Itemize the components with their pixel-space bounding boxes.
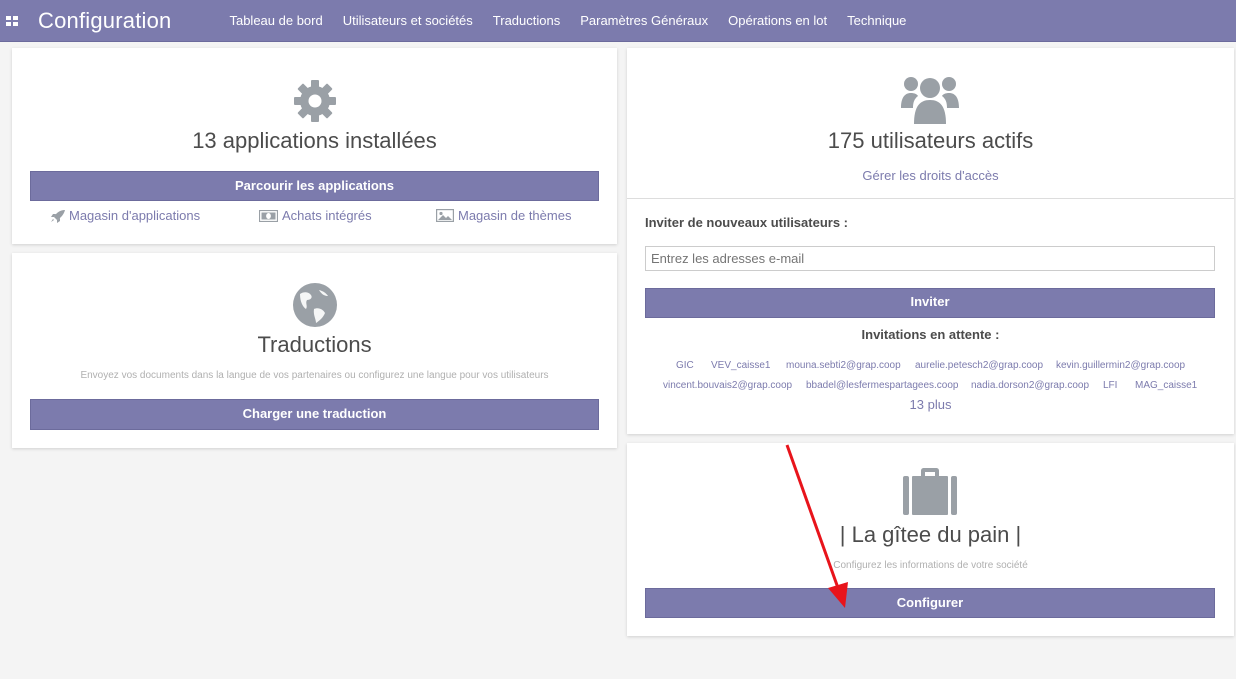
pending-invite[interactable]: kevin.guillermin2@grap.coop [1056,360,1185,371]
divider [627,198,1234,199]
company-description: Configurez les informations de votre soc… [833,560,1028,571]
translations-card: Traductions Envoyez vos documents dans l… [12,253,617,448]
users-icon [901,77,959,124]
load-translation-button[interactable]: Charger une traduction [30,399,599,430]
translations-title: Traductions [257,332,372,357]
picture-icon [436,209,454,222]
active-users-title: 175 utilisateurs actifs [827,128,1034,153]
pending-invite[interactable]: bbadel@lesfermespartagees.coop [806,380,958,391]
company-card: | La gîtee du pain | Configurez les info… [627,443,1234,636]
pending-invite[interactable]: mouna.sebti2@grap.coop [786,360,901,371]
browse-apps-button[interactable]: Parcourir les applications [30,171,599,201]
in-app-purchases-label: Achats intégrés [282,208,372,223]
users-card: 175 utilisateurs actifs Gérer les droits… [627,48,1234,434]
pending-invite[interactable]: GIC [676,360,694,371]
menu-technique[interactable]: Technique [847,13,906,28]
pending-invitations-title: Invitations en attente : [861,327,1000,342]
apps-installed-title: 13 applications installées [192,128,437,153]
company-name-title: | La gîtee du pain | [839,522,1022,547]
main-menu: Tableau de bord Utilisateurs et sociétés… [229,13,926,28]
menu-utilisateurs-societes[interactable]: Utilisateurs et sociétés [343,13,473,28]
menu-traductions[interactable]: Traductions [493,13,560,28]
pending-invite[interactable]: nadia.dorson2@grap.coop [971,380,1089,391]
more-invitations-link[interactable]: 13 plus [627,397,1234,412]
pending-invite[interactable]: aurelie.petesch2@grap.coop [915,360,1043,371]
manage-access-rights-link[interactable]: Gérer les droits d'accès [627,168,1234,183]
translations-description: Envoyez vos documents dans la langue de … [80,370,549,381]
money-icon [259,209,278,222]
invite-button[interactable]: Inviter [645,288,1215,318]
menu-operations-en-lot[interactable]: Opérations en lot [728,13,827,28]
apps-menu-icon[interactable] [6,15,18,26]
rocket-icon [51,209,65,223]
in-app-purchases-link[interactable]: Achats intégrés [259,208,372,223]
menu-tableau-de-bord[interactable]: Tableau de bord [229,13,322,28]
app-store-link[interactable]: Magasin d'applications [50,208,200,223]
pending-invite[interactable]: vincent.bouvais2@grap.coop [663,380,792,391]
app-title[interactable]: Configuration [38,8,171,34]
pending-invite[interactable]: VEV_caisse1 [711,360,770,371]
app-store-label: Magasin d'applications [69,208,201,223]
top-navbar: Configuration Tableau de bord Utilisateu… [0,0,1236,42]
gear-icon [294,80,336,122]
theme-store-link[interactable]: Magasin de thèmes [436,208,571,223]
pending-invite[interactable]: LFI [1103,380,1117,391]
pending-invite[interactable]: MAG_caisse1 [1135,380,1197,391]
globe-icon [293,283,337,327]
theme-store-label: Magasin de thèmes [458,208,572,223]
configure-company-button[interactable]: Configurer [645,588,1215,618]
invite-users-label: Inviter de nouveaux utilisateurs : [645,215,848,230]
menu-parametres-generaux[interactable]: Paramètres Généraux [580,13,708,28]
briefcase-icon [903,468,957,515]
apps-card: 13 applications installées Parcourir les… [12,48,617,244]
invite-email-input[interactable] [645,246,1215,271]
